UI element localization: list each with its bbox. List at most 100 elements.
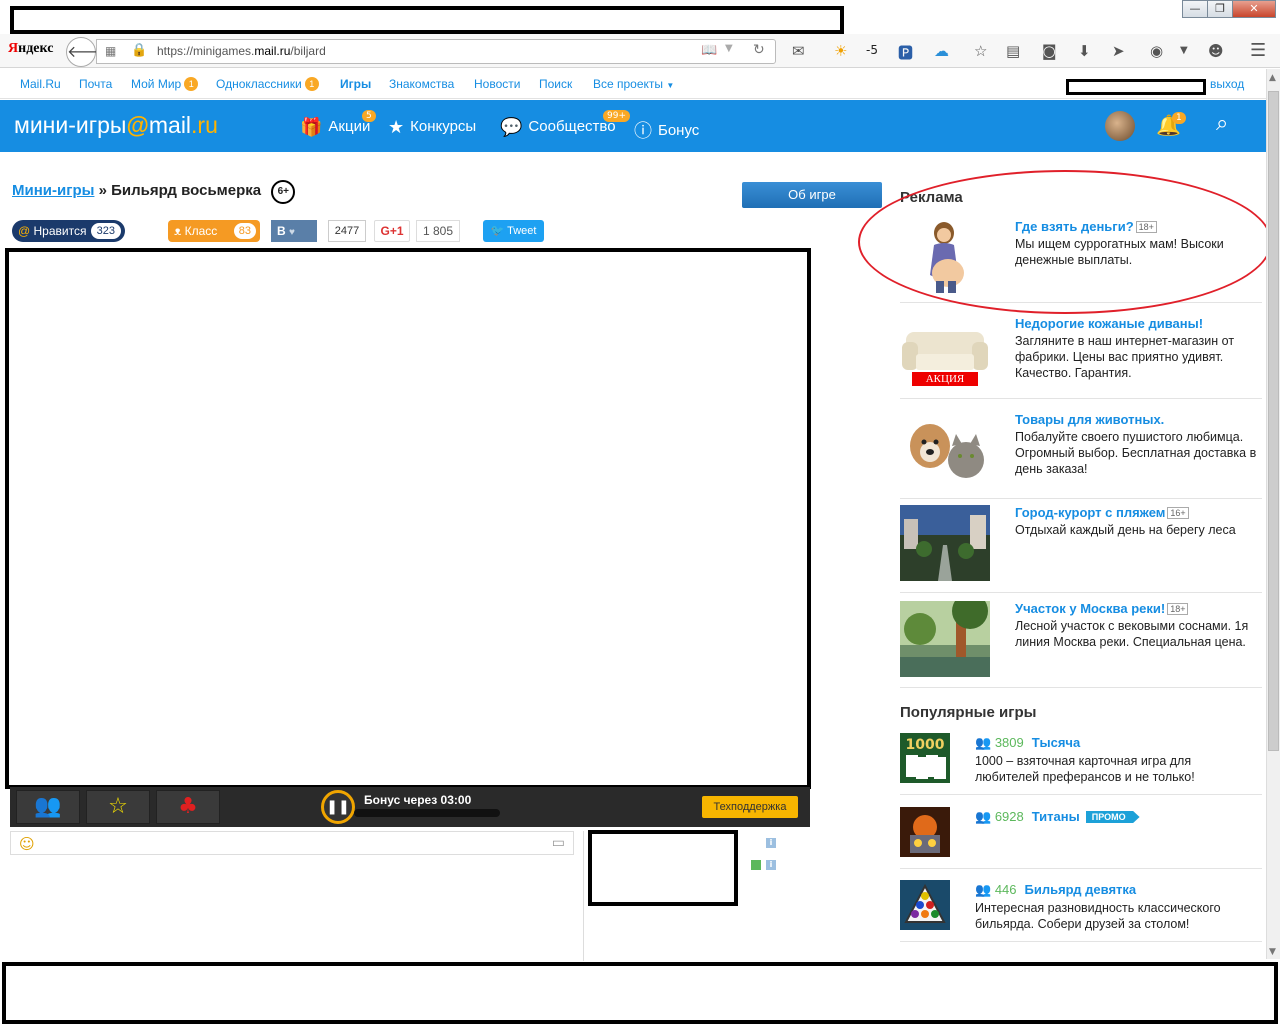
ad-item[interactable]: Город-курорт с пляжем 16+ Отдыхай каждый …	[900, 505, 1262, 593]
back-button[interactable]: 🡐	[66, 37, 110, 67]
window-controls: — ❐ ✕	[1182, 0, 1276, 18]
scroll-up-arrow-icon[interactable]: ▲	[1269, 73, 1276, 83]
vk-count: 2477	[328, 220, 366, 242]
lock-icon[interactable]: 🔒	[131, 43, 147, 58]
comment-icon[interactable]: ▭	[552, 835, 565, 851]
users-icon: 👥	[34, 794, 62, 819]
link-mailru[interactable]: Mail.Ru	[20, 77, 61, 91]
search-icon[interactable]: ⌕	[1216, 111, 1228, 136]
game-thumb-text: 1000	[906, 737, 945, 753]
cloud-icon[interactable]: ☁	[934, 42, 949, 60]
ok-badge: 1	[304, 77, 319, 91]
game-name-link[interactable]: Тысяча	[1032, 735, 1080, 750]
minimize-button[interactable]: —	[1182, 0, 1208, 18]
restore-button[interactable]: ❐	[1207, 0, 1233, 18]
nav-bonus[interactable]: ⓘ Бонус	[634, 117, 699, 143]
scrollbar-thumb[interactable]	[1268, 91, 1279, 751]
download-icon[interactable]: ⬇	[1078, 42, 1091, 60]
popular-game-item[interactable]: 👥 6928 Титаны ПРОМО	[900, 807, 1262, 869]
ad-title-text: Недорогие кожаные диваны!	[1015, 316, 1204, 331]
reload-icon[interactable]: ↻	[753, 42, 765, 58]
ad-title[interactable]: Недорогие кожаные диваны!	[1015, 316, 1203, 331]
support-button[interactable]: Техподдержка	[702, 796, 798, 818]
nav-soobshestvo[interactable]: 💬 Сообщество	[500, 117, 616, 138]
reader-mode-icon[interactable]: 📖	[701, 43, 717, 58]
avatar[interactable]	[1105, 111, 1135, 141]
link-poisk[interactable]: Поиск	[539, 77, 572, 91]
send-icon[interactable]: ➤	[1112, 42, 1125, 60]
popular-game-item[interactable]: 👥 446 Бильярд девятка Интересная разновид…	[900, 880, 1262, 942]
logo-rest: ндекс	[18, 41, 54, 56]
link-znakomstva[interactable]: Знакомства	[389, 77, 454, 91]
link-all-projects[interactable]: Все проекты ▼	[593, 77, 674, 91]
ad-description: Отдыхай каждый день на берегу леса	[1015, 523, 1236, 537]
mail-icon[interactable]: ✉	[792, 42, 805, 60]
players-count: 3809	[994, 735, 1024, 750]
ok-class-button[interactable]: ᴥ Класс 83	[168, 220, 260, 242]
game-name-link[interactable]: Титаны	[1032, 809, 1080, 824]
nav-konkursy[interactable]: ★ Конкурсы	[388, 117, 476, 138]
ad-title[interactable]: Товары для животных.	[1015, 412, 1164, 427]
bonus-timer: Бонус через 03:00	[364, 793, 471, 807]
yandex-logo[interactable]: Яндекс	[8, 41, 53, 57]
pause-button[interactable]: ❚❚	[321, 790, 355, 824]
breadcrumb-parent-link[interactable]: Мини-игры	[12, 182, 94, 199]
ad-title[interactable]: Участок у Москва реки! 18+	[1015, 601, 1189, 616]
ad-title[interactable]: Город-курорт с пляжем 16+	[1015, 505, 1189, 520]
favorites-button[interactable]: ☆	[86, 790, 150, 824]
smiley-icon[interactable]: ☺	[19, 835, 35, 853]
info-icon[interactable]: i	[766, 838, 776, 848]
info-icon[interactable]: i	[766, 860, 776, 870]
link-igry[interactable]: Игры	[340, 77, 371, 91]
vertical-scrollbar[interactable]: ▲ ▼	[1266, 69, 1280, 959]
friends-button[interactable]: 👥	[16, 790, 80, 824]
link-novosti[interactable]: Новости	[474, 77, 520, 91]
game-canvas[interactable]	[5, 248, 811, 789]
weather-icon[interactable]: ☀	[834, 42, 847, 60]
about-game-button[interactable]: Об игре	[742, 182, 882, 208]
popular-game-item[interactable]: 1000 👥 3809 Тысяча 1000 – взяточная карто…	[900, 733, 1262, 795]
link-odnoklassniki[interactable]: Одноклассники 1	[216, 77, 319, 91]
river-forest-image	[900, 601, 990, 677]
bookmark-star-icon[interactable]: ☆	[974, 42, 987, 60]
link-moi-mir[interactable]: Мой Мир 1	[131, 77, 199, 91]
redacted-taskbar	[2, 962, 1278, 1024]
mailru-like-button[interactable]: @ Нравится 323	[12, 220, 125, 242]
bonus-coin-icon: ⓘ	[634, 121, 652, 141]
ad-title-text: Участок у Москва реки!	[1015, 601, 1166, 616]
chat-input[interactable]: ☺ ▭	[10, 831, 574, 855]
chat-green-icon[interactable]	[751, 860, 761, 870]
chevron-down-icon[interactable]: ▼	[1180, 45, 1188, 56]
chevron-down-icon: ▼	[666, 81, 675, 90]
pocket-icon[interactable]: ◙	[1042, 42, 1057, 60]
link-pochta[interactable]: Почта	[79, 77, 112, 91]
parking-icon[interactable]: 🅿	[898, 42, 913, 63]
like-label: Нравится	[33, 224, 87, 238]
smiley-icon[interactable]: ☻	[1208, 42, 1224, 60]
game-toolbar: 👥 ☆ ♣ ❚❚ Бонус через 03:00 Техподдержка	[10, 787, 810, 827]
gplus-button[interactable]: G+1	[374, 220, 410, 242]
ad-item[interactable]: Товары для животных. Побалуйте своего пу…	[900, 412, 1262, 499]
tweet-button[interactable]: 🐦 Tweet	[483, 220, 544, 242]
site-logo[interactable]: мини-игры@mail.ru	[14, 112, 218, 139]
logout-link[interactable]: выход	[1210, 77, 1244, 91]
games-button[interactable]: ♣	[156, 790, 220, 824]
menu-icon[interactable]: ☰	[1250, 40, 1266, 61]
game-meta: 👥 3809 Тысяча	[975, 735, 1080, 751]
dropdown-arrow-icon[interactable]: ▼	[725, 43, 733, 54]
vk-like-button[interactable]: В ♥	[271, 220, 317, 242]
scroll-down-arrow-icon[interactable]: ▼	[1269, 947, 1276, 957]
extension-icon[interactable]: ◉	[1150, 42, 1163, 60]
address-bar[interactable]: ▦ 🔒 https://minigames.mail.ru/biljard 📖 …	[96, 39, 776, 64]
close-button[interactable]: ✕	[1232, 0, 1276, 18]
ad-item[interactable]: Где взять деньги? 18+ Мы ищем суррогатных…	[900, 219, 1262, 303]
game-name-link[interactable]: Бильярд девятка	[1025, 882, 1137, 897]
url-text[interactable]: https://minigames.mail.ru/biljard	[157, 44, 326, 58]
tab-page-icon[interactable]: ▦	[105, 44, 116, 58]
ad-title[interactable]: Где взять деньги? 18+	[1015, 219, 1157, 234]
weather-temp[interactable]: -5	[866, 43, 878, 57]
clipboard-icon[interactable]: ▤	[1006, 42, 1020, 60]
nav-akcii[interactable]: 🎁 Акции	[300, 117, 370, 138]
ad-item[interactable]: Участок у Москва реки! 18+ Лесной участок…	[900, 601, 1262, 688]
ad-item[interactable]: АКЦИЯ Недорогие кожаные диваны! Заглянит…	[900, 316, 1262, 399]
